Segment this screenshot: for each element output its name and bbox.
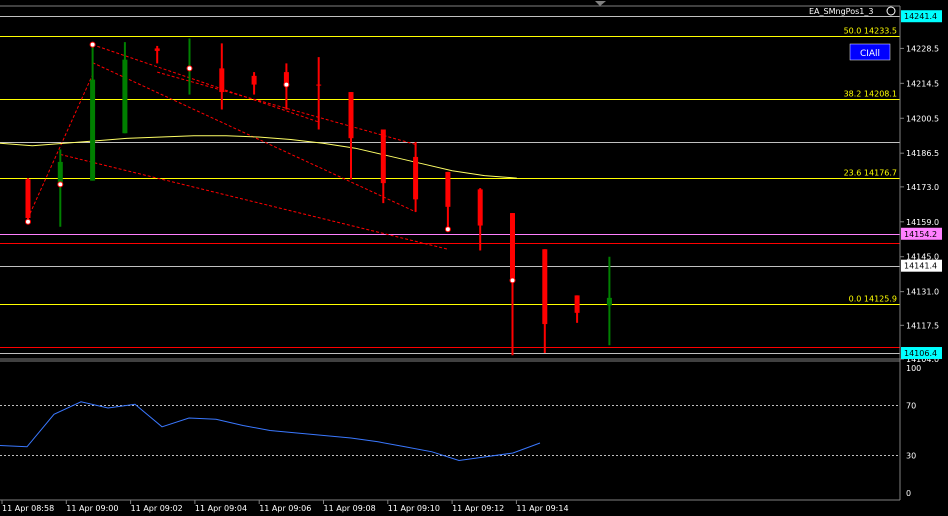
swing-point-marker — [89, 41, 96, 48]
price-tick-label: 14200.5 — [906, 114, 939, 123]
time-tick-label: 11 Apr 09:08 — [324, 504, 376, 513]
oscillator-tick-label: 100 — [906, 364, 921, 373]
time-tick-label: 11 Apr 08:58 — [2, 504, 54, 513]
candle[interactable] — [380, 129, 386, 204]
swing-point-marker — [444, 226, 451, 233]
fib-level-label: 23.6 14176.7 — [844, 169, 897, 178]
candle[interactable] — [316, 57, 322, 130]
candle-body — [445, 171, 451, 207]
candle[interactable] — [90, 44, 96, 181]
cl-all-button-label[interactable]: CIAll — [860, 49, 880, 59]
time-tick-label: 11 Apr 09:04 — [195, 504, 247, 513]
candle-body — [606, 297, 612, 306]
price-tick-label: 14159.0 — [906, 218, 939, 227]
candle[interactable] — [348, 92, 354, 180]
price-tick-label: 14173.0 — [906, 183, 939, 192]
oscillator-tick-label: 70 — [906, 402, 916, 411]
candle-body — [574, 295, 580, 313]
candle-body — [90, 79, 96, 181]
oscillator-pane[interactable]: 100 70 30 0 — [0, 360, 921, 498]
oscillator-tick-label: 0 — [906, 489, 911, 498]
price-tick-label: 14214.5 — [906, 79, 939, 88]
candle-body — [122, 59, 128, 134]
candle-body — [219, 68, 225, 93]
time-tick-label: 11 Apr 09:00 — [66, 504, 118, 513]
swing-point-marker — [283, 81, 290, 88]
swing-point-marker — [509, 277, 516, 284]
candle[interactable] — [606, 256, 612, 346]
time-tick-label: 11 Apr 09:06 — [259, 504, 311, 513]
price-tick-label: 14228.5 — [906, 44, 939, 53]
candle[interactable] — [510, 213, 515, 356]
candle[interactable] — [154, 45, 160, 64]
candle-body — [57, 161, 63, 185]
candle[interactable] — [574, 295, 580, 323]
fib-level-label: 38.2 14208.1 — [844, 90, 897, 99]
candle[interactable] — [542, 249, 548, 354]
candle[interactable] — [251, 72, 257, 95]
swing-point-marker — [25, 218, 31, 225]
price-box-label: 14241.4 — [904, 12, 937, 21]
candle-body — [251, 75, 257, 85]
candle[interactable] — [413, 141, 419, 212]
fib-level-label: 0.0 14125.9 — [849, 295, 897, 304]
price-axis: 14228.5 14214.5 14200.5 14186.5 14173.0 14159… — [899, 6, 942, 500]
candle[interactable] — [57, 149, 63, 227]
time-tick-label: 11 Apr 09:12 — [452, 504, 504, 513]
oscillator-line[interactable] — [0, 401, 541, 462]
oscillator-tick-label: 30 — [906, 452, 916, 461]
fibo-trend-line[interactable] — [60, 153, 449, 250]
candle-body — [316, 84, 322, 86]
scroll-marker[interactable] — [595, 1, 606, 6]
candle-body — [25, 179, 31, 219]
time-tick-label: 11 Apr 09:02 — [131, 504, 183, 513]
candle[interactable] — [445, 171, 451, 230]
swing-point-marker — [186, 65, 193, 72]
time-tick-label: 11 Apr 09:14 — [516, 504, 568, 513]
candle[interactable] — [477, 188, 483, 251]
candle-body — [542, 249, 548, 325]
swing-point-marker — [57, 181, 64, 188]
indicator-label: EA_SMngPos1_3 — [809, 7, 873, 16]
candle[interactable] — [25, 178, 31, 222]
time-axis: 11 Apr 08:58 11 Apr 09:00 11 Apr 09:02 11 A… — [0, 499, 900, 513]
cl-all-button[interactable]: CIAll — [849, 43, 891, 61]
fib-level-label: 50.0 14233.5 — [844, 27, 897, 36]
price-tick-label: 14186.5 — [906, 149, 939, 158]
indicator-settings-icon[interactable] — [886, 6, 896, 16]
trading-chart[interactable]: 50.0 14233.5 38.2 14208.1 23.6 14176.7 0.0 … — [0, 0, 948, 516]
candle-body — [380, 129, 386, 184]
candle-body — [510, 213, 515, 281]
price-box-label: 14141.4 — [904, 262, 937, 271]
candle-body — [413, 156, 419, 200]
candle-body — [154, 48, 160, 51]
price-box-label: 14154.2 — [904, 230, 937, 239]
candle-body — [477, 189, 483, 226]
time-tick-label: 11 Apr 09:10 — [388, 504, 440, 513]
price-pane[interactable]: 50.0 14233.5 38.2 14208.1 23.6 14176.7 0.0 … — [0, 1, 900, 360]
price-tick-label: 14131.0 — [906, 288, 939, 297]
candle-body — [348, 92, 354, 139]
price-box-label: 14106.4 — [904, 349, 937, 358]
price-tick-label: 14117.5 — [906, 321, 939, 330]
